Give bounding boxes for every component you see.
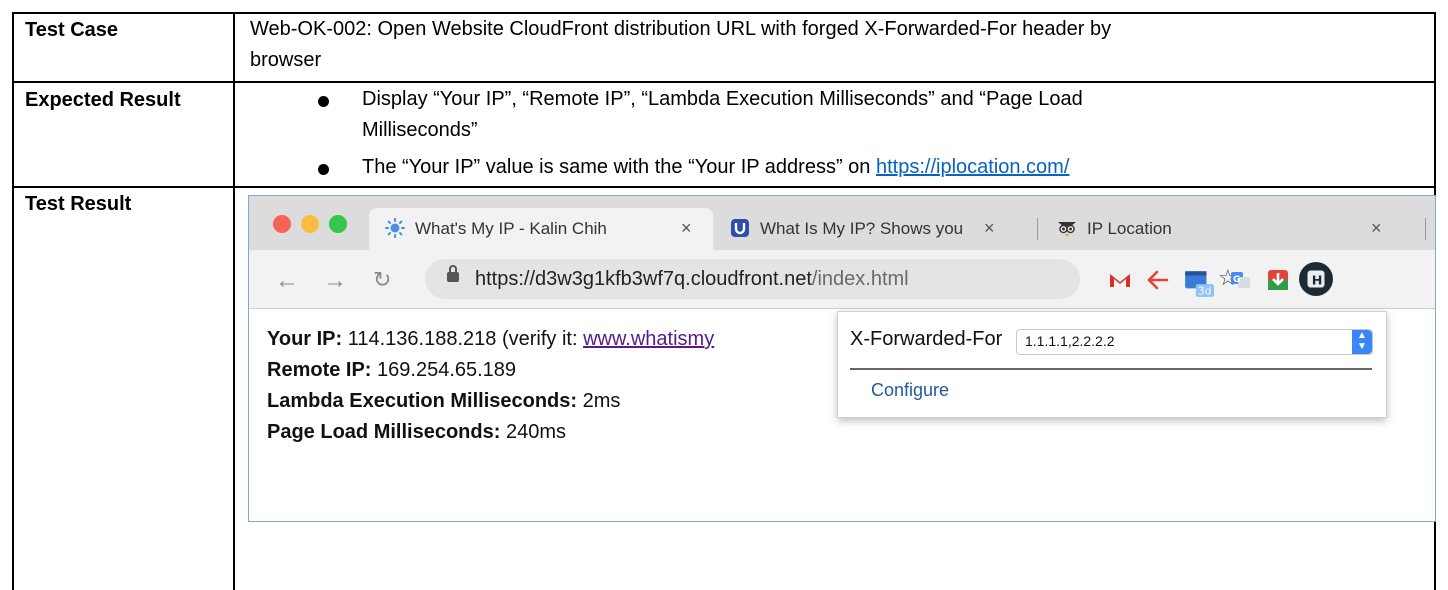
table-border-left	[12, 12, 14, 590]
browser-toolbar: ← → ↻ https://d3w3g1kfb3wf7q.cloudfront.…	[249, 250, 1435, 309]
reload-icon[interactable]: ↻	[373, 267, 391, 293]
lock-icon	[447, 265, 459, 282]
h-icon-letter: H	[1312, 273, 1323, 288]
test-case-line: browser	[250, 49, 322, 71]
tab-separator	[1425, 218, 1426, 240]
your-ip-label: Your IP:	[267, 328, 343, 350]
select-value: 1.1.1.1,2.2.2.2	[1025, 333, 1115, 349]
extension-popup: X-Forwarded-For 1.1.1.1,2.2.2.2 ▲ ▼ Confi…	[837, 311, 1387, 418]
x-forwarded-for-label: X-Forwarded-For	[850, 328, 1003, 350]
row-label-test-result: Test Result	[25, 193, 132, 215]
row-label-test-case: Test Case	[25, 19, 119, 41]
configure-link[interactable]: Configure	[871, 380, 949, 401]
lambda-value: 2ms	[577, 390, 621, 412]
x-forwarded-for-select[interactable]: 1.1.1.1,2.2.2.2 ▲ ▼	[1016, 329, 1373, 355]
test-case-line: Web-OK-002: Open Website CloudFront dist…	[250, 18, 1112, 40]
address-bar[interactable]: https://d3w3g1kfb3wf7q.cloudfront.net/in…	[425, 259, 1238, 299]
forward-arrow-icon[interactable]: →	[323, 267, 347, 295]
test-case-text: Web-OK-002: Open Website CloudFront dist…	[250, 14, 1111, 76]
u-logo-icon	[731, 219, 749, 237]
lambda-line: Lambda Execution Milliseconds: 2ms	[267, 386, 714, 417]
close-icon[interactable]: ×	[1371, 218, 1382, 239]
sun-icon	[385, 218, 405, 238]
tab-title: What's My IP - Kalin Chih	[415, 219, 607, 238]
remote-ip-line: Remote IP: 169.254.65.189	[267, 355, 714, 386]
expected-line: Display “Your IP”, “Remote IP”, “Lambda …	[362, 88, 1083, 110]
tab-title: What Is My IP? Shows you	[760, 219, 964, 238]
expected-line: The “Your IP” value is same with the “Yo…	[362, 156, 876, 178]
back-arrow-icon[interactable]	[1145, 267, 1171, 293]
tab-bar: What's My IP - Kalin Chih × What Is My I…	[249, 196, 1435, 250]
page-load-line: Page Load Milliseconds: 240ms	[267, 417, 714, 448]
close-icon[interactable]: ×	[984, 218, 995, 239]
page-load-label: Page Load Milliseconds:	[267, 421, 501, 443]
page-load-value: 240ms	[500, 421, 566, 443]
iplocation-link[interactable]: https://iplocation.com/	[876, 156, 1069, 178]
expected-line: Milliseconds”	[362, 119, 478, 141]
bullet-icon	[318, 164, 329, 175]
h-icon[interactable]: H	[1299, 262, 1333, 296]
your-ip-line: Your IP: 114.136.188.218 (verify it: www…	[267, 324, 714, 355]
table-column-divider	[233, 12, 235, 590]
row-label-expected-result: Expected Result	[25, 89, 181, 111]
bullet-icon	[318, 96, 329, 107]
svg-text:G: G	[1233, 275, 1240, 285]
table-row-divider	[12, 81, 1436, 83]
table-row-divider	[12, 186, 1436, 188]
3d-icon[interactable]: 3d	[1183, 267, 1215, 299]
address-url: https://d3w3g1kfb3wf7q.cloudfront.net/in…	[475, 268, 909, 291]
verify-link[interactable]: www.whatismy	[583, 328, 714, 350]
back-arrow-icon[interactable]: ←	[275, 267, 299, 295]
remote-ip-value: 169.254.65.189	[371, 359, 517, 381]
gmail-icon[interactable]	[1107, 267, 1133, 293]
tab-title: IP Location	[1087, 219, 1172, 238]
tab-what-is-my-ip[interactable]: What Is My IP? Shows you ×	[714, 208, 1030, 250]
browser-screenshot: What's My IP - Kalin Chih × What Is My I…	[248, 195, 1436, 522]
lambda-label: Lambda Execution Milliseconds:	[267, 390, 578, 412]
tab-whats-my-ip[interactable]: What's My IP - Kalin Chih ×	[369, 208, 713, 250]
popup-divider	[850, 368, 1372, 370]
page-content: Your IP: 114.136.188.218 (verify it: www…	[267, 324, 714, 448]
url-host: https://d3w3g1kfb3wf7q.cloudfront.net	[475, 268, 812, 290]
download-icon[interactable]	[1265, 267, 1291, 293]
owl-icon	[1058, 222, 1076, 237]
remote-ip-label: Remote IP:	[267, 359, 372, 381]
tab-ip-location[interactable]: IP Location ×	[1041, 208, 1421, 250]
your-ip-value: 114.136.188.218 (verify it:	[342, 328, 584, 350]
3d-badge-text: 3d	[1198, 285, 1212, 298]
chevron-updown-icon[interactable]: ▲ ▼	[1352, 330, 1372, 354]
expected-bullet-1: Display “Your IP”, “Remote IP”, “Lambda …	[362, 84, 1083, 146]
minimize-window-button[interactable]	[301, 215, 319, 233]
zoom-window-button[interactable]	[329, 215, 347, 233]
tab-separator	[1037, 218, 1038, 240]
translate-icon[interactable]: G	[1227, 267, 1253, 293]
expected-bullet-2: The “Your IP” value is same with the “Yo…	[362, 152, 1069, 183]
close-icon[interactable]: ×	[681, 218, 692, 239]
url-path: /index.html	[811, 268, 909, 290]
close-window-button[interactable]	[273, 215, 291, 233]
